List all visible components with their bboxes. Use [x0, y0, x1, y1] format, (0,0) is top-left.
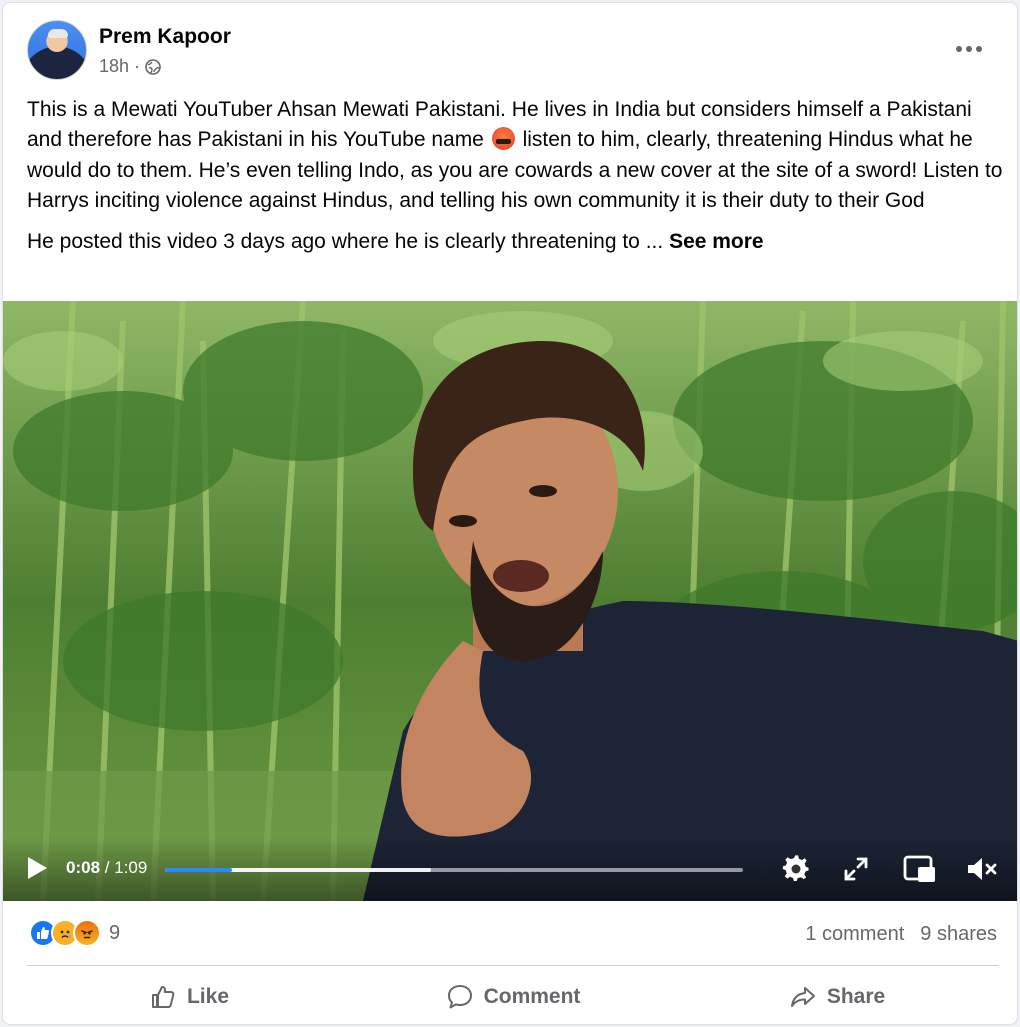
share-count[interactable]: 9 shares [920, 923, 997, 946]
share-icon [790, 987, 815, 1007]
played-bar [165, 868, 233, 872]
comment-label: Comment [483, 985, 581, 1008]
avatar[interactable] [27, 20, 87, 80]
engagement-counts: 1 comment 9 shares [805, 923, 997, 946]
pip-icon[interactable] [903, 854, 937, 884]
settings-icon[interactable] [781, 854, 811, 884]
post-time[interactable]: 18h [99, 56, 129, 77]
comment-icon [447, 985, 472, 1009]
like-button[interactable]: Like [27, 969, 351, 1024]
video-time: 0:08 / 1:09 [66, 858, 147, 878]
post-text-part-3: He posted this video 3 days ago where he… [27, 229, 664, 253]
angry-face-emoji-icon [491, 127, 515, 151]
meta-separator: · [134, 56, 141, 76]
mute-icon[interactable] [965, 854, 999, 884]
post-paragraph-2: He posted this video 3 days ago where he… [27, 227, 1005, 257]
duration: / 1:09 [104, 858, 148, 877]
see-more-link[interactable]: See more [669, 230, 764, 253]
post-paragraph-1: This is a Mewati YouTuber Ahsan Mewati P… [27, 95, 1005, 217]
fullscreen-icon[interactable] [841, 854, 871, 884]
like-label: Like [186, 985, 230, 1008]
comment-button[interactable]: Comment [351, 969, 675, 1024]
current-time: 0:08 [66, 858, 101, 877]
action-bar: Like Comment Share [27, 969, 999, 1024]
play-icon[interactable] [25, 855, 49, 881]
video-frame [3, 301, 1017, 901]
thumbs-up-icon [151, 986, 175, 1008]
post-meta: 18h · [99, 56, 161, 77]
post-text: This is a Mewati YouTuber Ahsan Mewati P… [27, 95, 1005, 257]
video-controls: 0:08 / 1:09 [3, 837, 1017, 901]
reactions-summary[interactable]: 9 [29, 919, 120, 947]
share-button[interactable]: Share [675, 969, 999, 1024]
video-player[interactable]: 0:08 / 1:09 [3, 301, 1017, 901]
angry-reaction-icon [73, 919, 101, 947]
globe-icon [145, 58, 161, 75]
post-stats: 9 1 comment 9 shares [3, 901, 1017, 965]
video-progress-bar[interactable] [165, 868, 743, 872]
reaction-count: 9 [109, 921, 121, 944]
facebook-post: Prem Kapoor 18h · This is a Mewati YouTu… [2, 2, 1018, 1025]
post-header: Prem Kapoor 18h · [3, 3, 1017, 93]
comment-count[interactable]: 1 comment [805, 923, 904, 946]
action-divider [27, 965, 999, 966]
author-name[interactable]: Prem Kapoor [99, 25, 231, 49]
share-label: Share [826, 985, 886, 1008]
more-options-icon[interactable] [951, 39, 987, 59]
